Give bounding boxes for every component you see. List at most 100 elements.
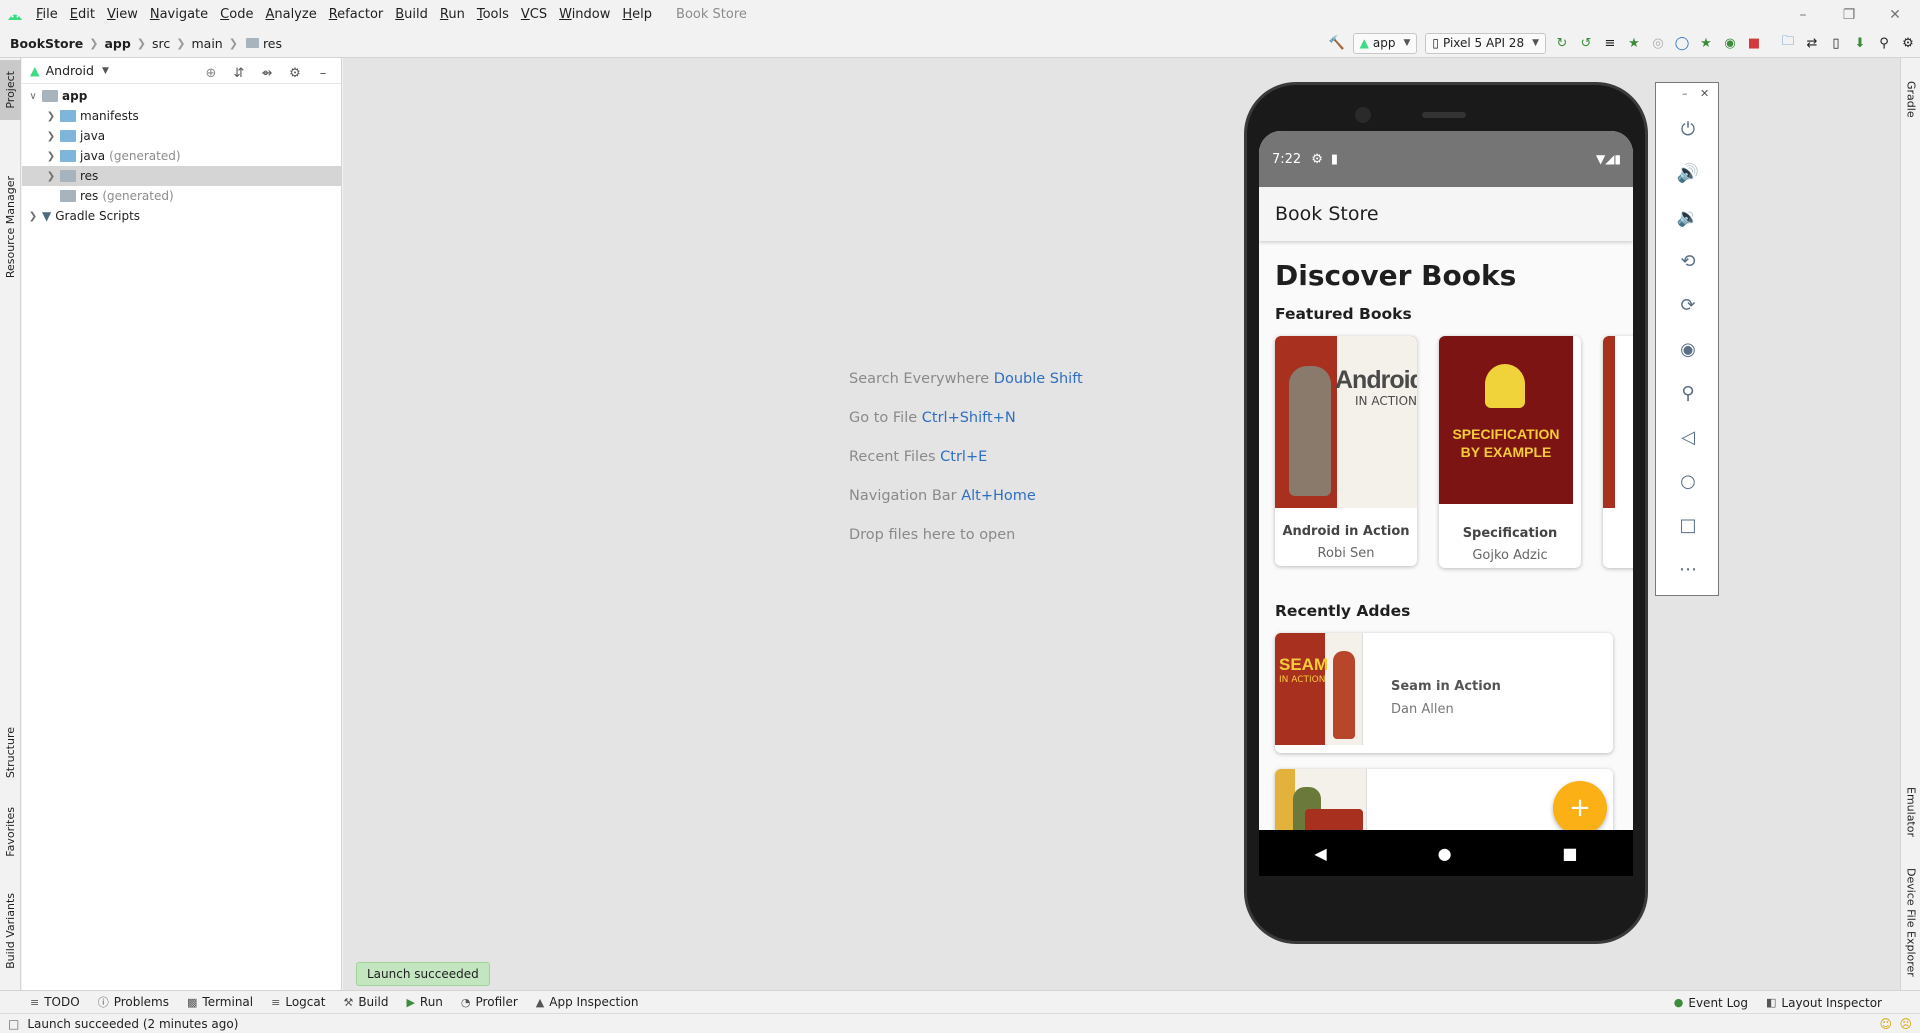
menu-vcs[interactable]: VCS xyxy=(515,0,553,29)
menu-tools[interactable]: Tools xyxy=(471,0,515,29)
tab-build-variants[interactable]: Build Variants xyxy=(0,878,21,984)
tab-gradle[interactable]: Gradle xyxy=(1901,64,1920,134)
home-icon[interactable]: ● xyxy=(1438,844,1452,863)
debug-icon[interactable]: ★ xyxy=(1622,31,1646,55)
chevron-right-icon[interactable]: ❯ xyxy=(44,131,58,142)
chevron-right-icon[interactable]: ❯ xyxy=(44,111,58,122)
close-icon[interactable]: ✕ xyxy=(1700,87,1709,100)
tool-terminal[interactable]: ▩ Terminal xyxy=(187,995,253,1009)
gradle-sync-icon[interactable]: ⇄ xyxy=(1800,31,1824,55)
gear-icon[interactable]: ⚙ xyxy=(283,61,307,85)
tool-profiler[interactable]: ◔ Profiler xyxy=(461,995,518,1009)
tool-problems[interactable]: ⓘ Problems xyxy=(98,994,169,1010)
volume-down-icon[interactable]: 🔉 xyxy=(1668,199,1708,235)
hide-panel-icon[interactable]: – xyxy=(311,61,335,85)
rerun-icon[interactable]: ↻ xyxy=(1550,31,1574,55)
avd-manager-icon[interactable]: ▯ xyxy=(1824,31,1848,55)
more-icon[interactable]: ⋯ xyxy=(1668,551,1708,587)
device-select[interactable]: ▯ Pixel 5 API 28 ▼ xyxy=(1425,32,1546,54)
tool-windows-toggle-icon[interactable]: □ xyxy=(8,1017,19,1031)
menu-refactor[interactable]: Refactor xyxy=(323,0,390,29)
tab-favorites[interactable]: Favorites xyxy=(0,794,21,869)
apply-changes-icon[interactable]: ↺ xyxy=(1574,31,1598,55)
chevron-down-icon[interactable]: ∨ xyxy=(26,91,40,102)
overview-icon[interactable]: □ xyxy=(1668,507,1708,543)
menu-run[interactable]: Run xyxy=(434,0,471,29)
tool-build[interactable]: ⚒ Build xyxy=(343,995,388,1009)
menu-code[interactable]: Code xyxy=(214,0,259,29)
rotate-left-icon[interactable]: ⟲ xyxy=(1668,243,1708,279)
feedback-smile-icon[interactable]: ☺ xyxy=(1879,1017,1892,1031)
settings-icon[interactable]: ⚙ xyxy=(1896,31,1920,55)
tree-item-manifests[interactable]: ❯ manifests xyxy=(22,106,341,126)
volume-up-icon[interactable]: 🔊 xyxy=(1668,155,1708,191)
profile-icon[interactable]: ◎ xyxy=(1646,31,1670,55)
breadcrumb-src[interactable]: src xyxy=(152,36,170,51)
menu-analyze[interactable]: Analyze xyxy=(259,0,322,29)
tool-logcat[interactable]: ≡ Logcat xyxy=(271,995,325,1009)
featured-book-card[interactable]: SPECIFICATION BY EXAMPLE Specification G… xyxy=(1439,336,1581,568)
feedback-frown-icon[interactable]: ☹ xyxy=(1899,1017,1912,1031)
screen-content[interactable]: Discover Books Featured Books Android IN… xyxy=(1259,241,1633,849)
search-icon[interactable]: ⚲ xyxy=(1872,31,1896,55)
tree-item-res-generated[interactable]: res (generated) xyxy=(22,186,341,206)
rotate-right-icon[interactable]: ⟳ xyxy=(1668,287,1708,323)
restore-icon[interactable]: ❐ xyxy=(1826,0,1872,29)
minimize-icon[interactable]: – xyxy=(1682,87,1688,100)
tab-structure[interactable]: Structure xyxy=(0,718,21,788)
tool-todo[interactable]: ≡ TODO xyxy=(30,995,80,1009)
tab-resource-manager[interactable]: Resource Manager xyxy=(0,140,21,315)
tree-item-gradle-scripts[interactable]: ❯ ▼ Gradle Scripts xyxy=(22,206,341,226)
close-window-icon[interactable]: ✕ xyxy=(1872,0,1918,29)
power-icon[interactable]: ⏻ xyxy=(1668,111,1708,147)
menu-navigate[interactable]: Navigate xyxy=(144,0,214,29)
apply-code-changes-icon[interactable]: ≡ xyxy=(1598,31,1622,55)
make-project-hammer-icon[interactable]: 🔨 xyxy=(1325,31,1349,55)
project-view-selector[interactable]: Android xyxy=(46,63,94,78)
zoom-icon[interactable]: ⚲ xyxy=(1668,375,1708,411)
tree-item-java[interactable]: ❯ java xyxy=(22,126,341,146)
featured-book-card-partial[interactable] xyxy=(1603,336,1633,568)
device-screen[interactable]: 7:22 ⚙ ▮ ▼◢▮ Book Store Discover Books F… xyxy=(1259,131,1633,876)
tab-project[interactable]: Project xyxy=(0,60,21,120)
breadcrumb-res[interactable]: res xyxy=(263,36,282,51)
recent-book-card[interactable]: SEAM IN ACTION Seam in Action Dan Allen xyxy=(1275,633,1613,753)
tab-device-file-explorer[interactable]: Device File Explorer xyxy=(1901,858,1920,986)
run-configuration-select[interactable]: ▲ app ▼ xyxy=(1352,32,1418,54)
back-icon[interactable]: ◁ xyxy=(1668,419,1708,455)
chevron-down-icon[interactable]: ▼ xyxy=(102,66,109,76)
sync-project-icon[interactable]: 🗀 xyxy=(1776,31,1800,55)
menu-edit[interactable]: Edit xyxy=(64,0,101,29)
back-icon[interactable]: ◀ xyxy=(1314,844,1326,863)
home-icon[interactable]: ○ xyxy=(1668,463,1708,499)
chevron-right-icon[interactable]: ❯ xyxy=(44,171,58,182)
collapse-all-icon[interactable]: ⇴ xyxy=(255,61,279,85)
tree-item-java-generated[interactable]: ❯ java (generated) xyxy=(22,146,341,166)
menu-help[interactable]: Help xyxy=(616,0,658,29)
sdk-manager-icon[interactable]: ⬇ xyxy=(1848,31,1872,55)
menu-file[interactable]: File xyxy=(30,0,64,29)
menu-view[interactable]: View xyxy=(101,0,144,29)
run-coverage-icon[interactable]: ★ xyxy=(1694,31,1718,55)
attach-debugger-icon[interactable]: ◯ xyxy=(1670,31,1694,55)
tool-layout-inspector[interactable]: ◧ Layout Inspector xyxy=(1766,996,1882,1010)
menu-window[interactable]: Window xyxy=(553,0,616,29)
breadcrumb-app[interactable]: app xyxy=(104,36,130,51)
breadcrumb-main[interactable]: main xyxy=(191,36,222,51)
chevron-right-icon[interactable]: ❯ xyxy=(26,211,40,222)
expand-all-icon[interactable]: ⇵ xyxy=(227,61,251,85)
tab-emulator[interactable]: Emulator xyxy=(1901,770,1920,854)
add-book-fab[interactable]: + xyxy=(1553,781,1607,835)
tool-event-log[interactable]: ● Event Log xyxy=(1674,996,1748,1010)
tree-item-res[interactable]: ❯ res xyxy=(22,166,341,186)
minimize-icon[interactable]: – xyxy=(1780,0,1826,29)
chevron-right-icon[interactable]: ❯ xyxy=(44,151,58,162)
tool-run[interactable]: ▶ Run xyxy=(406,995,442,1009)
stop-icon[interactable]: ■ xyxy=(1742,31,1766,55)
tool-app-inspection[interactable]: ▲ App Inspection xyxy=(536,995,639,1009)
run-tests-icon[interactable]: ◉ xyxy=(1718,31,1742,55)
recents-icon[interactable]: ■ xyxy=(1562,844,1577,863)
tree-item-app[interactable]: ∨ app xyxy=(22,86,341,106)
camera-icon[interactable]: ◉ xyxy=(1668,331,1708,367)
locate-icon[interactable]: ⊕ xyxy=(199,61,223,85)
